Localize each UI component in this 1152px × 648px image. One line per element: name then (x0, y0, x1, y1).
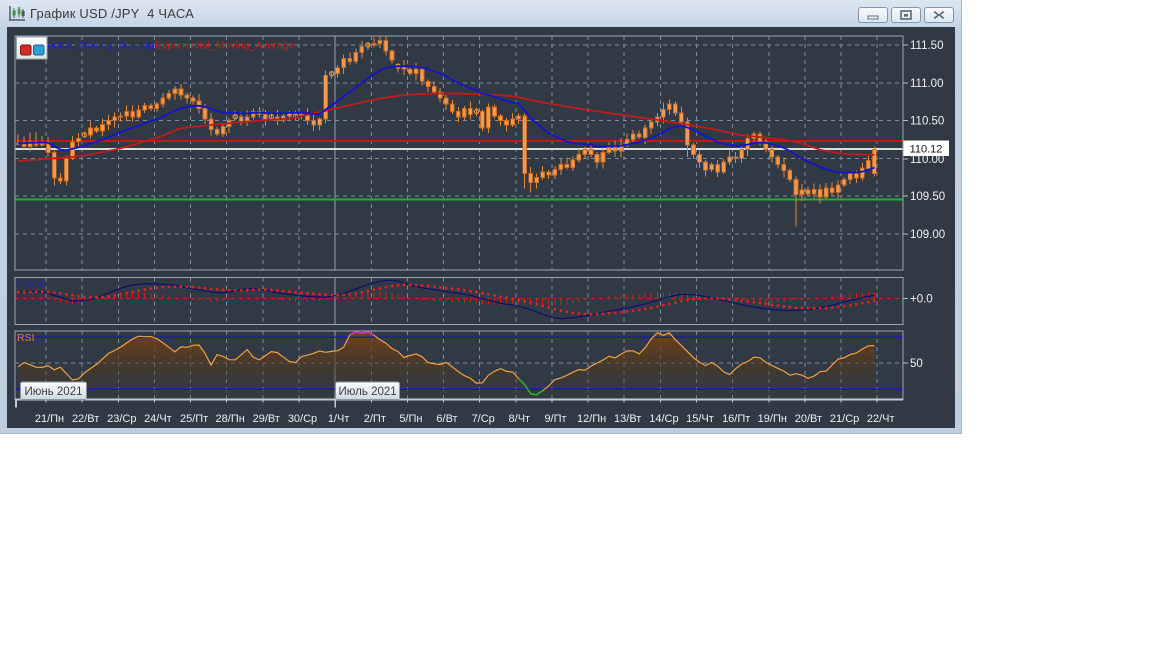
svg-text:6/Вт: 6/Вт (436, 413, 457, 425)
svg-text:8/Чт: 8/Чт (509, 413, 531, 425)
svg-text:19/Пн: 19/Пн (758, 413, 787, 425)
svg-text:5/Пн: 5/Пн (399, 413, 422, 425)
svg-text:20/Вт: 20/Вт (795, 413, 822, 425)
svg-text:22/Чт: 22/Чт (867, 413, 895, 425)
svg-text:1/Чт: 1/Чт (328, 413, 350, 425)
svg-text:13/Вт: 13/Вт (614, 413, 641, 425)
svg-text:111.00: 111.00 (910, 78, 943, 90)
svg-text:28/Пн: 28/Пн (216, 413, 245, 425)
svg-text:21/Пн: 21/Пн (35, 413, 64, 425)
svg-text:14/Ср: 14/Ср (649, 413, 678, 425)
svg-text:30/Ср: 30/Ср (288, 413, 317, 425)
svg-text:25/Пт: 25/Пт (180, 413, 208, 425)
svg-text:109.00: 109.00 (910, 229, 945, 241)
svg-text:+0.0: +0.0 (910, 293, 933, 305)
svg-text:50: 50 (910, 358, 923, 370)
svg-text:110.50: 110.50 (910, 116, 944, 128)
svg-text:7/Ср: 7/Ср (472, 413, 495, 425)
svg-text:9/Пт: 9/Пт (544, 413, 566, 425)
svg-text:23/Ср: 23/Ср (107, 413, 136, 425)
svg-text:Exponential_Moving_Average: Exponential_Moving_Average (155, 40, 294, 52)
svg-text:110.12: 110.12 (910, 143, 943, 155)
svg-text:24/Чт: 24/Чт (144, 413, 172, 425)
svg-text:29/Вт: 29/Вт (253, 413, 280, 425)
svg-text:111.50: 111.50 (910, 40, 943, 52)
svg-text:16/Пт: 16/Пт (722, 413, 750, 425)
svg-text:12/Пн: 12/Пн (577, 413, 606, 425)
svg-text:RSI: RSI (17, 332, 35, 344)
svg-text:109.50: 109.50 (910, 191, 945, 203)
svg-text:Июль 2021: Июль 2021 (339, 386, 397, 398)
svg-text:Июнь 2021: Июнь 2021 (24, 386, 82, 398)
svg-text:21/Ср: 21/Ср (830, 413, 859, 425)
svg-text:15/Чт: 15/Чт (686, 413, 714, 425)
svg-text:22/Вт: 22/Вт (72, 413, 99, 425)
svg-text:MACD: MACD (16, 279, 47, 291)
svg-text:2/Пт: 2/Пт (364, 413, 386, 425)
svg-text:ential_Moving_Average: ential_Moving_Average (48, 40, 158, 52)
